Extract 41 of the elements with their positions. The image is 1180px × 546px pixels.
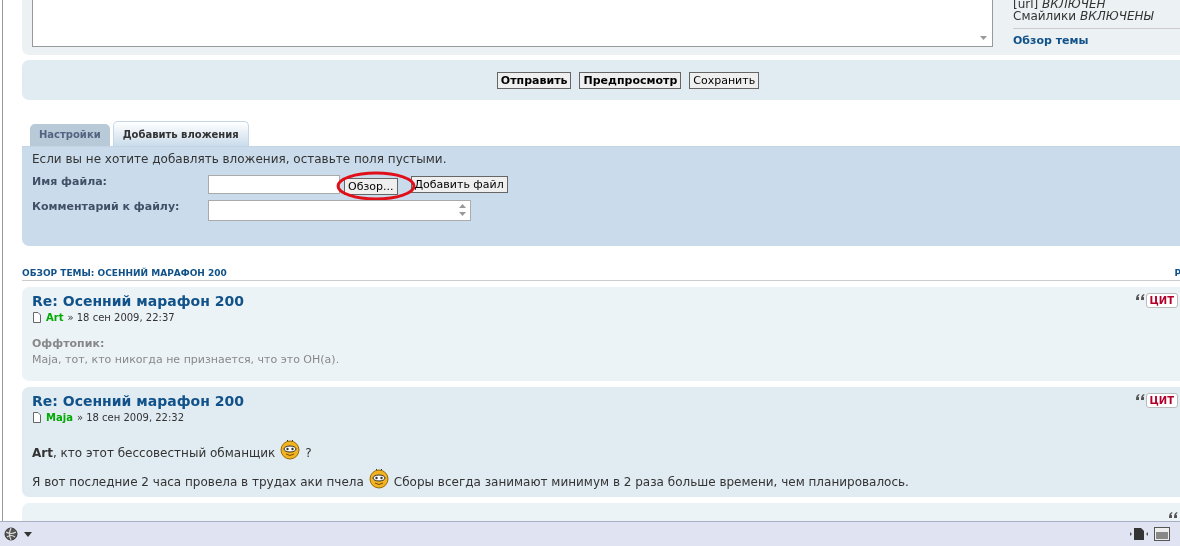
quote-mark-icon [1134, 393, 1145, 401]
add-file-button[interactable]: Добавить файл [410, 176, 508, 193]
field-label: Комментарий к файлу: [32, 200, 181, 213]
page-icon[interactable] [1130, 527, 1148, 541]
submit-button[interactable]: Отправить [496, 71, 572, 89]
field-label: Имя файла: [32, 175, 108, 188]
post-date: » 18 сен 2009, 22:32 [76, 412, 185, 423]
offtopic-text: Maja, тот, кто никогда не признается, что это ОН(а). [32, 353, 340, 366]
section-link[interactable]: Р [1174, 268, 1180, 278]
scroll-arrow-icon [979, 35, 988, 41]
post-text: Art, кто этот бессовестный обманщик [32, 446, 276, 460]
caret-icon[interactable] [24, 531, 32, 537]
image-icon[interactable] [1154, 527, 1170, 541]
scroll-arrows-icon [458, 203, 467, 217]
section-heading: ОБЗОР ТЕМЫ: ОСЕННИЙ МАРАФОН 200 [22, 268, 227, 278]
submit-button[interactable]: Сохранить [689, 71, 760, 89]
hint-text: Если вы не хотите добавлять вложения, оставьте поля пустыми. [32, 152, 448, 166]
post-date: » 18 сен 2009, 22:37 [67, 312, 175, 323]
tab[interactable]: Настройки [30, 124, 110, 146]
smiley-icon [367, 466, 390, 489]
document-icon [32, 412, 42, 423]
offtopic-label: Оффтопик: [32, 337, 106, 350]
smiley-icon [279, 437, 302, 460]
submit-button[interactable]: Предпросмотр [579, 71, 682, 89]
topic-review-link[interactable]: Обзор темы [1013, 34, 1089, 47]
option-status: Смайлики ВКЛЮЧЕНЫ [1013, 10, 1155, 22]
post-text: Сборы всегда занимают минимум в 2 раза больше времени, чем планировалось. [393, 475, 909, 489]
document-icon [32, 312, 42, 323]
browse-button[interactable]: Обзор... [344, 178, 398, 195]
quote-mark-icon [1134, 293, 1145, 301]
quote-button[interactable] [1168, 511, 1178, 519]
tab[interactable]: Добавить вложения [112, 121, 249, 146]
post-text: Я вот последние 2 часа провела в трудах аки пчела [32, 475, 364, 489]
post-title[interactable]: Re: Осенний марафон 200 [32, 293, 340, 309]
post-title[interactable]: Re: Осенний марафон 200 [32, 393, 909, 409]
quote-mark-icon [1168, 511, 1178, 519]
message-field[interactable] [32, 0, 993, 47]
file-name-field[interactable] [208, 175, 340, 194]
post-text: ? [305, 446, 312, 460]
comment-field[interactable] [208, 200, 471, 221]
globe-icon[interactable] [4, 527, 18, 541]
